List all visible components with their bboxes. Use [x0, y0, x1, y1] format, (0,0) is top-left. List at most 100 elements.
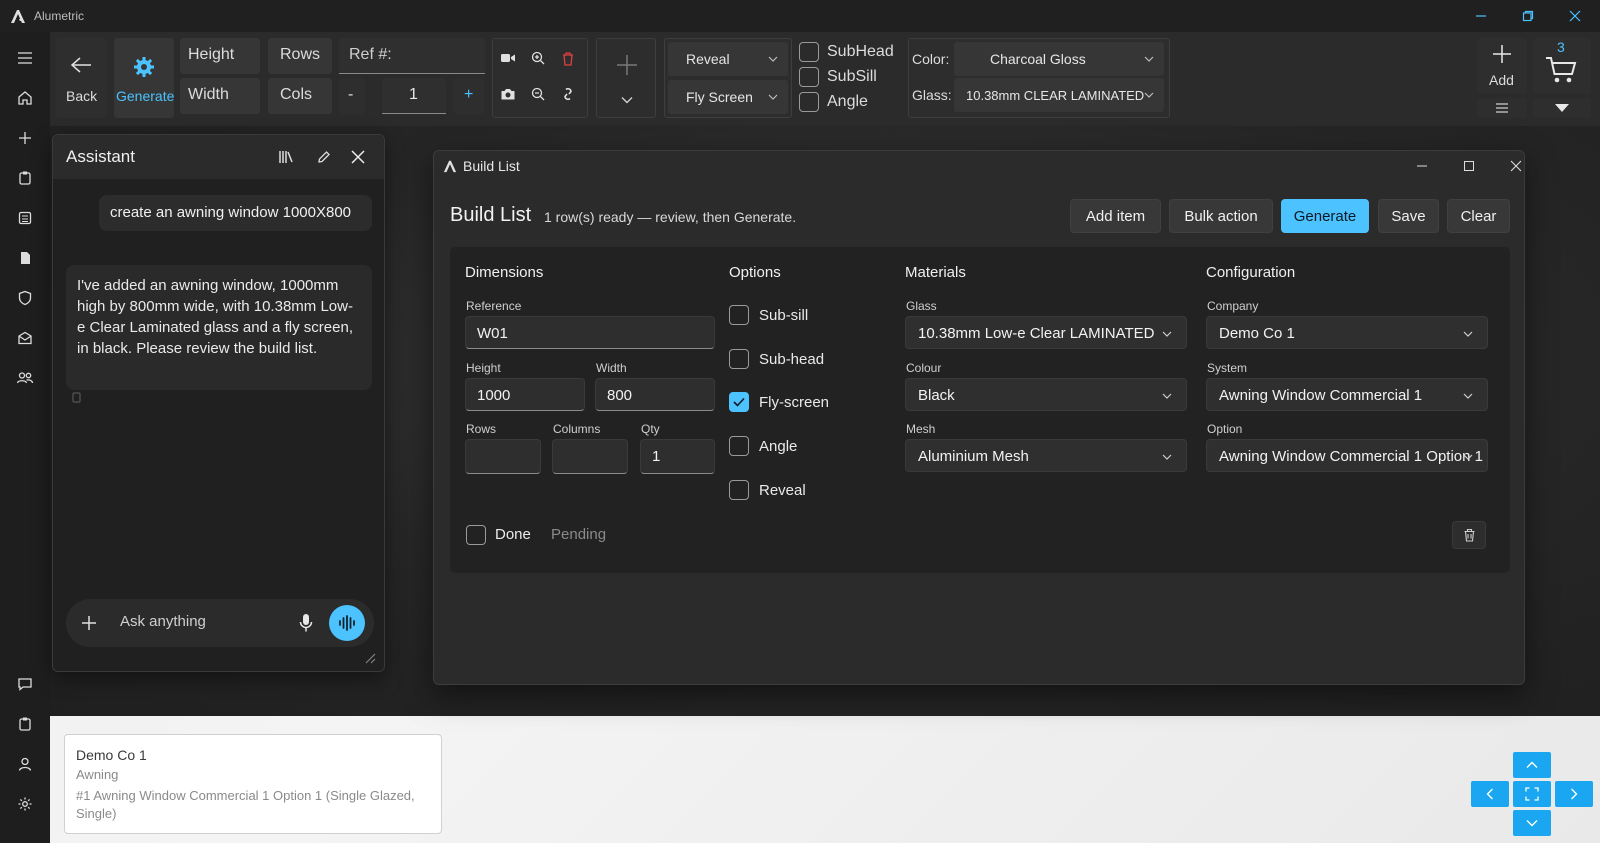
- library-button[interactable]: [273, 145, 299, 169]
- subhead-checkbox[interactable]: [799, 42, 819, 62]
- height-button[interactable]: Height: [180, 38, 260, 74]
- generate-button[interactable]: Generate: [1281, 199, 1369, 233]
- chevron-down-icon: [1526, 820, 1538, 827]
- chevron-down-icon: [1463, 454, 1473, 460]
- height-input[interactable]: 1000: [465, 378, 585, 411]
- angle-option-checkbox[interactable]: [729, 436, 749, 456]
- glass-select[interactable]: 10.38mm Low-e Clear LAMINATED: [905, 316, 1187, 349]
- cols-button[interactable]: Cols: [268, 78, 332, 114]
- qty-decrement-button[interactable]: -: [339, 78, 365, 114]
- width-field-label: Width: [596, 361, 627, 375]
- columns-field-label: Columns: [553, 422, 601, 436]
- bulk-action-button[interactable]: Bulk action: [1169, 199, 1273, 233]
- insert-more-button[interactable]: [618, 91, 636, 109]
- quotes-button[interactable]: [13, 166, 37, 190]
- done-label: Done: [495, 526, 531, 543]
- insert-button[interactable]: [615, 53, 639, 77]
- link-button[interactable]: [559, 85, 577, 103]
- camera-button[interactable]: [499, 85, 517, 103]
- width-input[interactable]: 800: [595, 378, 715, 411]
- reference-input[interactable]: W01: [465, 316, 715, 349]
- cart-expand-button[interactable]: [1533, 98, 1591, 118]
- minimize-icon: [1417, 165, 1427, 167]
- zoom-in-button[interactable]: [529, 49, 547, 67]
- security-button[interactable]: [13, 286, 37, 310]
- copy-icon[interactable]: [72, 391, 82, 403]
- qty-increment-button[interactable]: +: [454, 78, 484, 114]
- delete-tool-button[interactable]: [559, 49, 577, 67]
- columns-input[interactable]: [552, 439, 628, 474]
- orders-button[interactable]: [13, 712, 37, 736]
- pan-left-button[interactable]: [1471, 781, 1509, 807]
- new-button[interactable]: [13, 126, 37, 150]
- pan-right-button[interactable]: [1555, 781, 1593, 807]
- mesh-select[interactable]: Aluminium Mesh: [905, 439, 1187, 472]
- add-label: Add: [1489, 72, 1514, 88]
- done-checkbox[interactable]: [466, 525, 486, 545]
- restore-button[interactable]: [1505, 0, 1551, 32]
- plus-icon[interactable]: [81, 615, 97, 631]
- clear-button[interactable]: Clear: [1447, 199, 1510, 233]
- reveal-checkbox[interactable]: [729, 480, 749, 500]
- system-select[interactable]: Awning Window Commercial 1: [1206, 378, 1488, 411]
- bulk-action-label: Bulk action: [1184, 207, 1258, 225]
- ref-input[interactable]: Ref #:: [339, 38, 485, 74]
- minimize-button[interactable]: [1458, 0, 1504, 32]
- save-button[interactable]: Save: [1378, 199, 1439, 233]
- library-icon: [279, 151, 293, 163]
- add-item-button[interactable]: Add item: [1070, 199, 1161, 233]
- qty-input[interactable]: 1: [640, 439, 715, 474]
- assistant-close-button[interactable]: [345, 145, 371, 169]
- settings-button[interactable]: [13, 792, 37, 816]
- close-button[interactable]: [1552, 0, 1598, 32]
- bw-close-button[interactable]: [1496, 154, 1536, 178]
- sub-sill-checkbox[interactable]: [729, 305, 749, 325]
- calculator-button[interactable]: [13, 206, 37, 230]
- cart-icon: [1546, 57, 1577, 83]
- resize-grip-icon[interactable]: [364, 652, 376, 664]
- build-list-window: Build List Build List 1 row(s) ready — r…: [433, 150, 1525, 685]
- colour-select[interactable]: Black: [905, 378, 1187, 411]
- delete-row-button[interactable]: [1452, 521, 1486, 549]
- inbox-button[interactable]: [13, 326, 37, 350]
- generate-tool-button[interactable]: Generate: [114, 38, 174, 118]
- title-bar: Alumetric: [0, 0, 1600, 32]
- zoom-out-button[interactable]: [529, 85, 547, 103]
- color-dropdown[interactable]: Charcoal Gloss: [954, 42, 1164, 76]
- pencil-icon: [318, 151, 330, 163]
- back-button[interactable]: Back: [56, 38, 106, 118]
- chat-button[interactable]: [13, 672, 37, 696]
- subsill-checkbox[interactable]: [799, 67, 819, 87]
- add-button[interactable]: Add: [1477, 38, 1527, 94]
- cart-button[interactable]: 3: [1533, 38, 1591, 94]
- voice-mode-button[interactable]: [329, 605, 365, 641]
- qty-input[interactable]: 1: [382, 78, 446, 114]
- sub-head-checkbox[interactable]: [729, 349, 749, 369]
- reveal-dropdown[interactable]: Reveal: [668, 42, 788, 76]
- rows-button[interactable]: Rows: [268, 38, 332, 74]
- angle-checkbox[interactable]: [799, 92, 819, 112]
- fly-screen-checkbox[interactable]: [729, 392, 749, 412]
- users-button[interactable]: [13, 366, 37, 390]
- edit-button[interactable]: [311, 145, 337, 169]
- fit-view-button[interactable]: [1513, 781, 1551, 807]
- rows-input[interactable]: [465, 439, 541, 474]
- pan-up-button[interactable]: [1513, 752, 1551, 778]
- item-summary-card[interactable]: Demo Co 1 Awning #1 Awning Window Commer…: [64, 734, 442, 834]
- bw-maximize-button[interactable]: [1449, 154, 1489, 178]
- option-select[interactable]: Awning Window Commercial 1 Option 1: [1206, 439, 1488, 472]
- video-button[interactable]: [499, 49, 517, 67]
- pan-down-button[interactable]: [1513, 810, 1551, 836]
- list-view-button[interactable]: [1477, 98, 1527, 118]
- width-button[interactable]: Width: [180, 78, 260, 114]
- bw-minimize-button[interactable]: [1402, 154, 1442, 178]
- microphone-icon[interactable]: [299, 613, 313, 633]
- account-button[interactable]: [13, 752, 37, 776]
- home-button[interactable]: [13, 86, 37, 110]
- glass-dropdown[interactable]: 10.38mm CLEAR LAMINATED: [954, 78, 1164, 112]
- documents-button[interactable]: [13, 246, 37, 270]
- flyscreen-dropdown[interactable]: Fly Screen: [668, 80, 788, 114]
- menu-button[interactable]: [13, 46, 37, 70]
- company-select[interactable]: Demo Co 1: [1206, 316, 1488, 349]
- chat-input[interactable]: Ask anything: [66, 599, 374, 647]
